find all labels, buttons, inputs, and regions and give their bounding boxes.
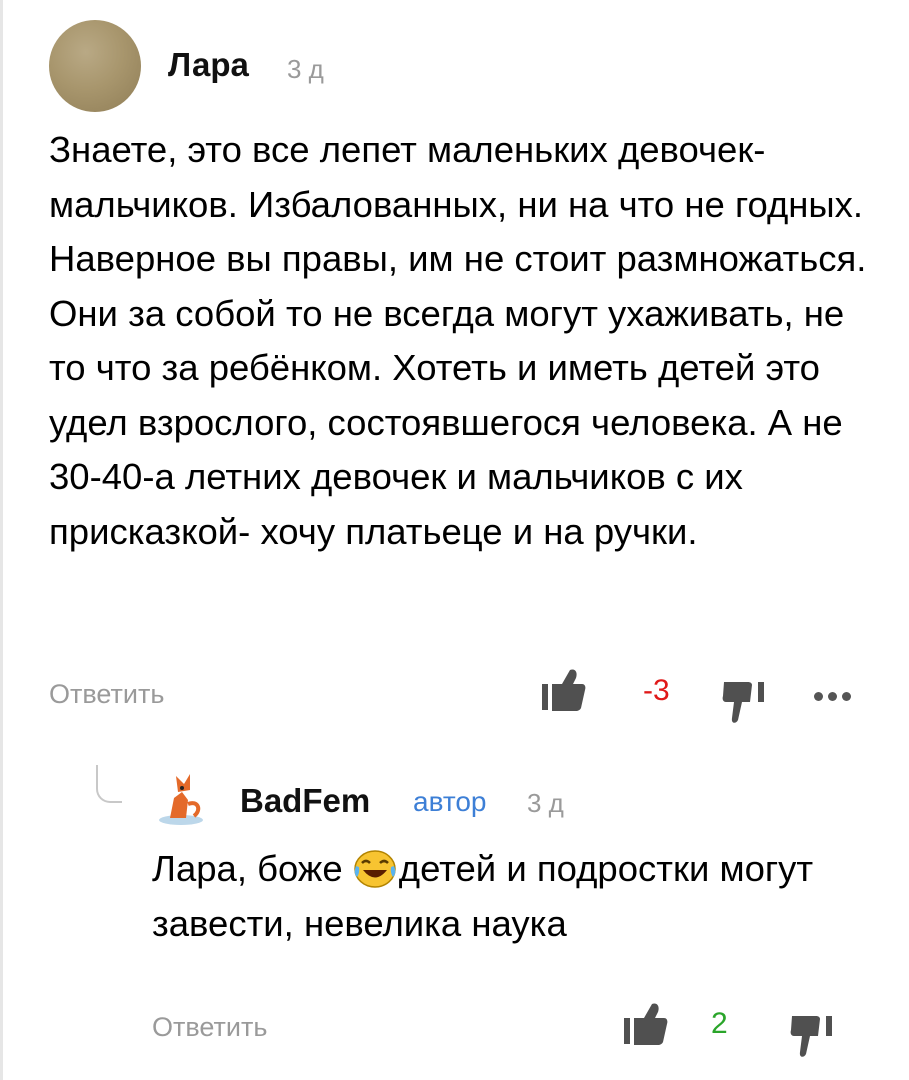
author-name[interactable]: BadFem [240,782,370,820]
thread-connector [96,765,122,803]
author-badge: автор [413,786,487,817]
thumb-down-icon[interactable] [790,1014,834,1058]
comment-time: 3 д [287,54,324,84]
thumb-down-icon[interactable] [722,680,766,724]
comment-text: Знаете, это все лепет маленьких девочек-… [49,129,867,552]
comment-text-start: Лара, боже [152,848,353,889]
author-name[interactable]: Лара [168,46,249,84]
avatar[interactable] [49,20,141,112]
laughing-emoji-icon [354,850,396,888]
left-border [0,0,3,1080]
rating-score: 2 [711,1007,728,1040]
reply-button[interactable]: Ответить [152,1012,267,1043]
avatar[interactable] [156,770,206,826]
more-dots-icon[interactable] [814,692,851,701]
thumb-up-icon[interactable] [622,1002,668,1046]
thumb-up-icon[interactable] [540,668,586,712]
comment-time: 3 д [527,788,564,818]
reply-button[interactable]: Ответить [49,679,164,710]
rating-score: -3 [643,674,670,707]
comment-text: Лара, боже детей и подростки могут завес… [152,842,872,951]
